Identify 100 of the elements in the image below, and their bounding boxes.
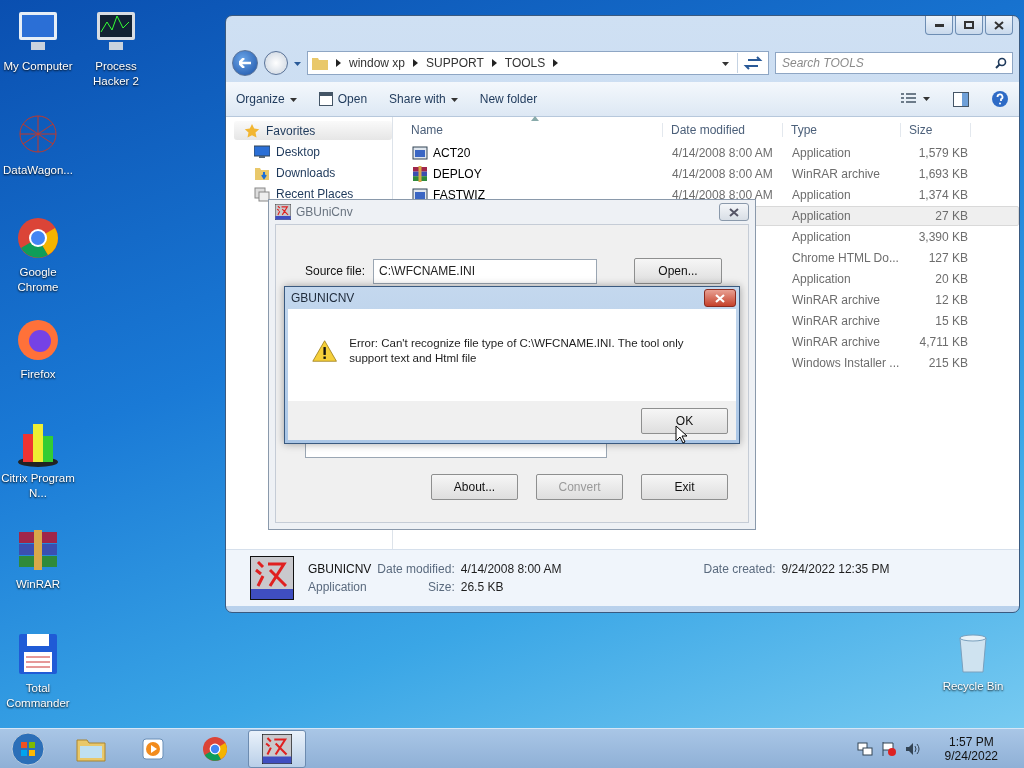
source-file-field[interactable]: C:\WFCNAME.INI [373, 258, 598, 284]
column-header[interactable]: Name [403, 123, 663, 137]
file-size: 4,711 KB [918, 335, 969, 349]
details-value: 26.5 KB [460, 580, 505, 594]
file-date: 4/14/2008 8:00 AM [672, 146, 773, 160]
app-logo-icon [262, 733, 292, 764]
desktop-icon-label[interactable]: My Computer [3, 59, 73, 74]
minimize-icon [934, 23, 944, 27]
ok-button[interactable]: OK [641, 407, 728, 434]
close-icon [729, 207, 739, 217]
details-label: Size: [427, 580, 455, 594]
file-type: WinRAR archive [791, 335, 882, 349]
close-button[interactable] [985, 16, 1013, 35]
file-row[interactable]: DEPLOY 4/14/2008 8:00 AM WinRAR archive 1,693 KB [403, 164, 1019, 184]
toolbar-button[interactable]: Open [318, 92, 368, 106]
toolbar-button[interactable]: Organize [236, 92, 297, 106]
view-options-icon[interactable] [901, 92, 931, 106]
dialog-title: GBUniCnv [296, 205, 353, 219]
error-message: Error: Can't recognize file type of C:\WFCNAME.INI. The tool only support text and Html file [349, 336, 685, 366]
nav-section-header[interactable]: Favorites [234, 121, 392, 140]
file-row[interactable]: ACT20 4/14/2008 8:00 AM Application 1,579 KB [403, 143, 1019, 163]
file-date: 4/14/2008 8:00 AM [672, 188, 773, 202]
column-header[interactable]: Size [901, 123, 971, 137]
dialog-button[interactable]: Exit [641, 474, 728, 500]
desktop-icon-label[interactable]: Google Chrome [1, 265, 75, 295]
file-size: 127 KB [927, 251, 969, 265]
file-type: Application [791, 209, 852, 223]
file-name: DEPLOY [433, 167, 482, 181]
close-icon [715, 293, 725, 303]
chevron-icon [491, 59, 497, 67]
maximize-button[interactable] [955, 16, 983, 35]
address-bar[interactable]: window xp SUPPORT TOOLS [307, 51, 769, 75]
details-file-type: Application [308, 580, 368, 594]
caret-icon [289, 95, 297, 103]
file-size: 1,374 KB [917, 188, 969, 202]
file-size: 15 KB [934, 314, 969, 328]
column-header[interactable]: Type [783, 123, 901, 137]
file-type: Application [791, 272, 852, 286]
close-button[interactable] [704, 289, 736, 307]
close-icon [994, 20, 1004, 30]
start-button[interactable] [8, 730, 48, 767]
minimize-button[interactable] [925, 16, 953, 35]
forward-button[interactable] [264, 51, 288, 75]
archive-icon [412, 166, 428, 182]
chevron-icon [336, 59, 341, 67]
open-button[interactable]: Open... [634, 258, 723, 284]
search-field[interactable]: Search TOOLS [775, 52, 1013, 74]
flag-icon[interactable] [880, 740, 897, 757]
warning-icon [312, 337, 338, 365]
desktop-icon-label[interactable]: WinRAR [15, 577, 61, 592]
file-size: 3,390 KB [917, 230, 969, 244]
breadcrumb-item[interactable]: TOOLS [504, 56, 546, 70]
network-icon[interactable] [856, 740, 873, 757]
clock-time[interactable]: 1:57 PM [948, 734, 994, 749]
file-type: WinRAR archive [791, 167, 882, 181]
chevron-icon [413, 59, 419, 67]
file-size: 20 KB [934, 272, 969, 286]
close-button[interactable] [719, 203, 749, 221]
search-icon [995, 57, 1007, 69]
desktop-icon-label[interactable]: Process Hacker 2 [79, 59, 153, 89]
app-logo-icon [250, 556, 294, 600]
desktop-icon-label[interactable]: Firefox [20, 367, 56, 382]
help-icon[interactable] [991, 90, 1009, 108]
back-button[interactable] [232, 50, 258, 76]
file-size: 215 KB [927, 356, 969, 370]
taskbar-app-button[interactable] [248, 729, 306, 768]
details-value: 9/24/2022 12:35 PM [781, 562, 890, 576]
nav-item[interactable]: Desktop [234, 142, 392, 161]
file-type: WinRAR archive [791, 293, 882, 307]
mouse-cursor-icon [675, 425, 687, 444]
caret-icon [450, 95, 458, 103]
breadcrumb-item[interactable]: SUPPORT [426, 56, 484, 70]
caret-icon [722, 59, 729, 67]
file-name: ACT20 [433, 146, 471, 160]
details-file-name: GBUNICNV [308, 562, 372, 576]
dialog-button[interactable]: About... [431, 474, 518, 500]
desktop-icon-label[interactable]: Citrix Program N... [1, 471, 75, 501]
toolbar-button[interactable]: Share with [389, 92, 458, 106]
details-label: Date created: [703, 562, 776, 576]
file-type: Application [791, 146, 852, 160]
file-type: Chrome HTML Do... [791, 251, 900, 265]
file-size: 27 KB [934, 209, 969, 223]
preview-pane-icon[interactable] [953, 91, 969, 107]
breadcrumb-item[interactable]: window xp [349, 56, 406, 70]
toolbar-button[interactable]: New folder [479, 92, 538, 106]
column-header[interactable]: Date modified [663, 123, 783, 137]
file-type: WinRAR archive [791, 314, 882, 328]
clock-date[interactable]: 9/24/2022 [944, 748, 998, 763]
desktop-icon-label[interactable]: DataWagon... [3, 163, 73, 178]
file-size: 12 KB [934, 293, 969, 307]
monitor-icon [254, 144, 270, 159]
nav-item[interactable]: Recent Places [234, 184, 392, 203]
window-icon [318, 92, 333, 106]
source-file-label: Source file: [305, 264, 366, 278]
file-date: 4/14/2008 8:00 AM [672, 167, 773, 181]
details-label: Date modified: [377, 562, 455, 576]
maximize-icon [964, 21, 974, 29]
file-type: Application [791, 230, 852, 244]
nav-item[interactable]: Downloads [234, 163, 392, 182]
file-size: 1,579 KB [917, 146, 969, 160]
